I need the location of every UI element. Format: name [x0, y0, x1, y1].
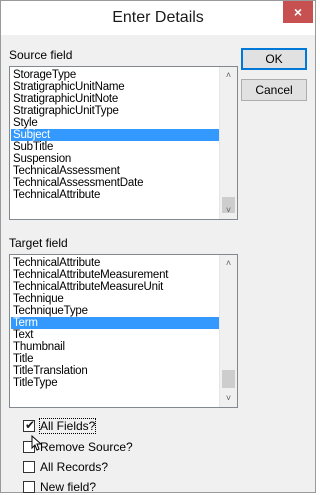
- new-field-label: New field?: [40, 480, 97, 494]
- list-item[interactable]: TechnicalAssessment: [11, 165, 219, 177]
- enter-details-dialog: Enter Details × Source field StorageType…: [0, 0, 316, 494]
- list-item[interactable]: TechniqueType: [11, 305, 219, 317]
- scroll-up-icon[interactable]: ˄: [220, 67, 237, 84]
- target-field-items: TechnicalAttribute TechnicalAttributeMeas…: [11, 257, 219, 389]
- source-field-scrollbar[interactable]: ˄ ˅: [219, 67, 237, 219]
- cancel-button[interactable]: Cancel: [241, 79, 307, 101]
- list-item[interactable]: Technique: [11, 293, 219, 305]
- list-item[interactable]: StorageType: [11, 69, 219, 81]
- dialog-title: Enter Details: [112, 9, 204, 26]
- scroll-up-icon[interactable]: ˄: [220, 255, 237, 272]
- list-item[interactable]: Title: [11, 353, 219, 365]
- source-field-label: Source field: [9, 48, 73, 62]
- target-field-label: Target field: [9, 236, 68, 250]
- list-item[interactable]: TitleTranslation: [11, 365, 219, 377]
- list-item[interactable]: TechnicalAttributeMeasurement: [11, 269, 219, 281]
- mouse-pointer-icon: [31, 435, 41, 451]
- target-field-listbox[interactable]: TechnicalAttribute TechnicalAttributeMeas…: [9, 254, 238, 408]
- dialog-body: Source field StorageType StratigraphicUni…: [1, 35, 315, 494]
- source-field-items: StorageType StratigraphicUnitName Stratigr…: [11, 69, 219, 201]
- list-item[interactable]: Style: [11, 117, 219, 129]
- list-item[interactable]: Subject: [11, 129, 219, 141]
- source-field-listbox[interactable]: StorageType StratigraphicUnitName Stratigr…: [9, 66, 238, 220]
- new-field-checkbox[interactable]: [23, 481, 35, 493]
- remove-source-label: Remove Source?: [40, 440, 133, 454]
- scroll-thumb[interactable]: [222, 370, 235, 388]
- list-item[interactable]: Thumbnail: [11, 341, 219, 353]
- scroll-down-icon[interactable]: ˅: [220, 390, 237, 407]
- list-item[interactable]: StratigraphicUnitType: [11, 105, 219, 117]
- list-item[interactable]: TechnicalAttribute: [11, 257, 219, 269]
- list-item[interactable]: Term: [11, 317, 219, 329]
- list-item[interactable]: TechnicalAssessmentDate: [11, 177, 219, 189]
- scroll-down-icon[interactable]: ˅: [220, 202, 237, 219]
- checkmark-icon: ✔: [24, 418, 36, 432]
- list-item[interactable]: Text: [11, 329, 219, 341]
- all-records-label: All Records?: [40, 460, 109, 474]
- title-bar: Enter Details ×: [1, 1, 315, 35]
- list-item[interactable]: Suspension: [11, 153, 219, 165]
- list-item[interactable]: TitleType: [11, 377, 219, 389]
- all-fields-label: All Fields?: [38, 418, 97, 434]
- target-field-scrollbar[interactable]: ˄ ˅: [219, 255, 237, 407]
- close-icon[interactable]: ×: [283, 1, 313, 23]
- all-records-checkbox[interactable]: [23, 461, 35, 473]
- list-item[interactable]: TechnicalAttribute: [11, 189, 219, 201]
- list-item[interactable]: SubTitle: [11, 141, 219, 153]
- all-fields-checkbox[interactable]: ✔: [23, 418, 36, 432]
- ok-button[interactable]: OK: [241, 48, 307, 70]
- list-item[interactable]: TechnicalAttributeMeasureUnit: [11, 281, 219, 293]
- list-item[interactable]: StratigraphicUnitNote: [11, 93, 219, 105]
- list-item[interactable]: StratigraphicUnitName: [11, 81, 219, 93]
